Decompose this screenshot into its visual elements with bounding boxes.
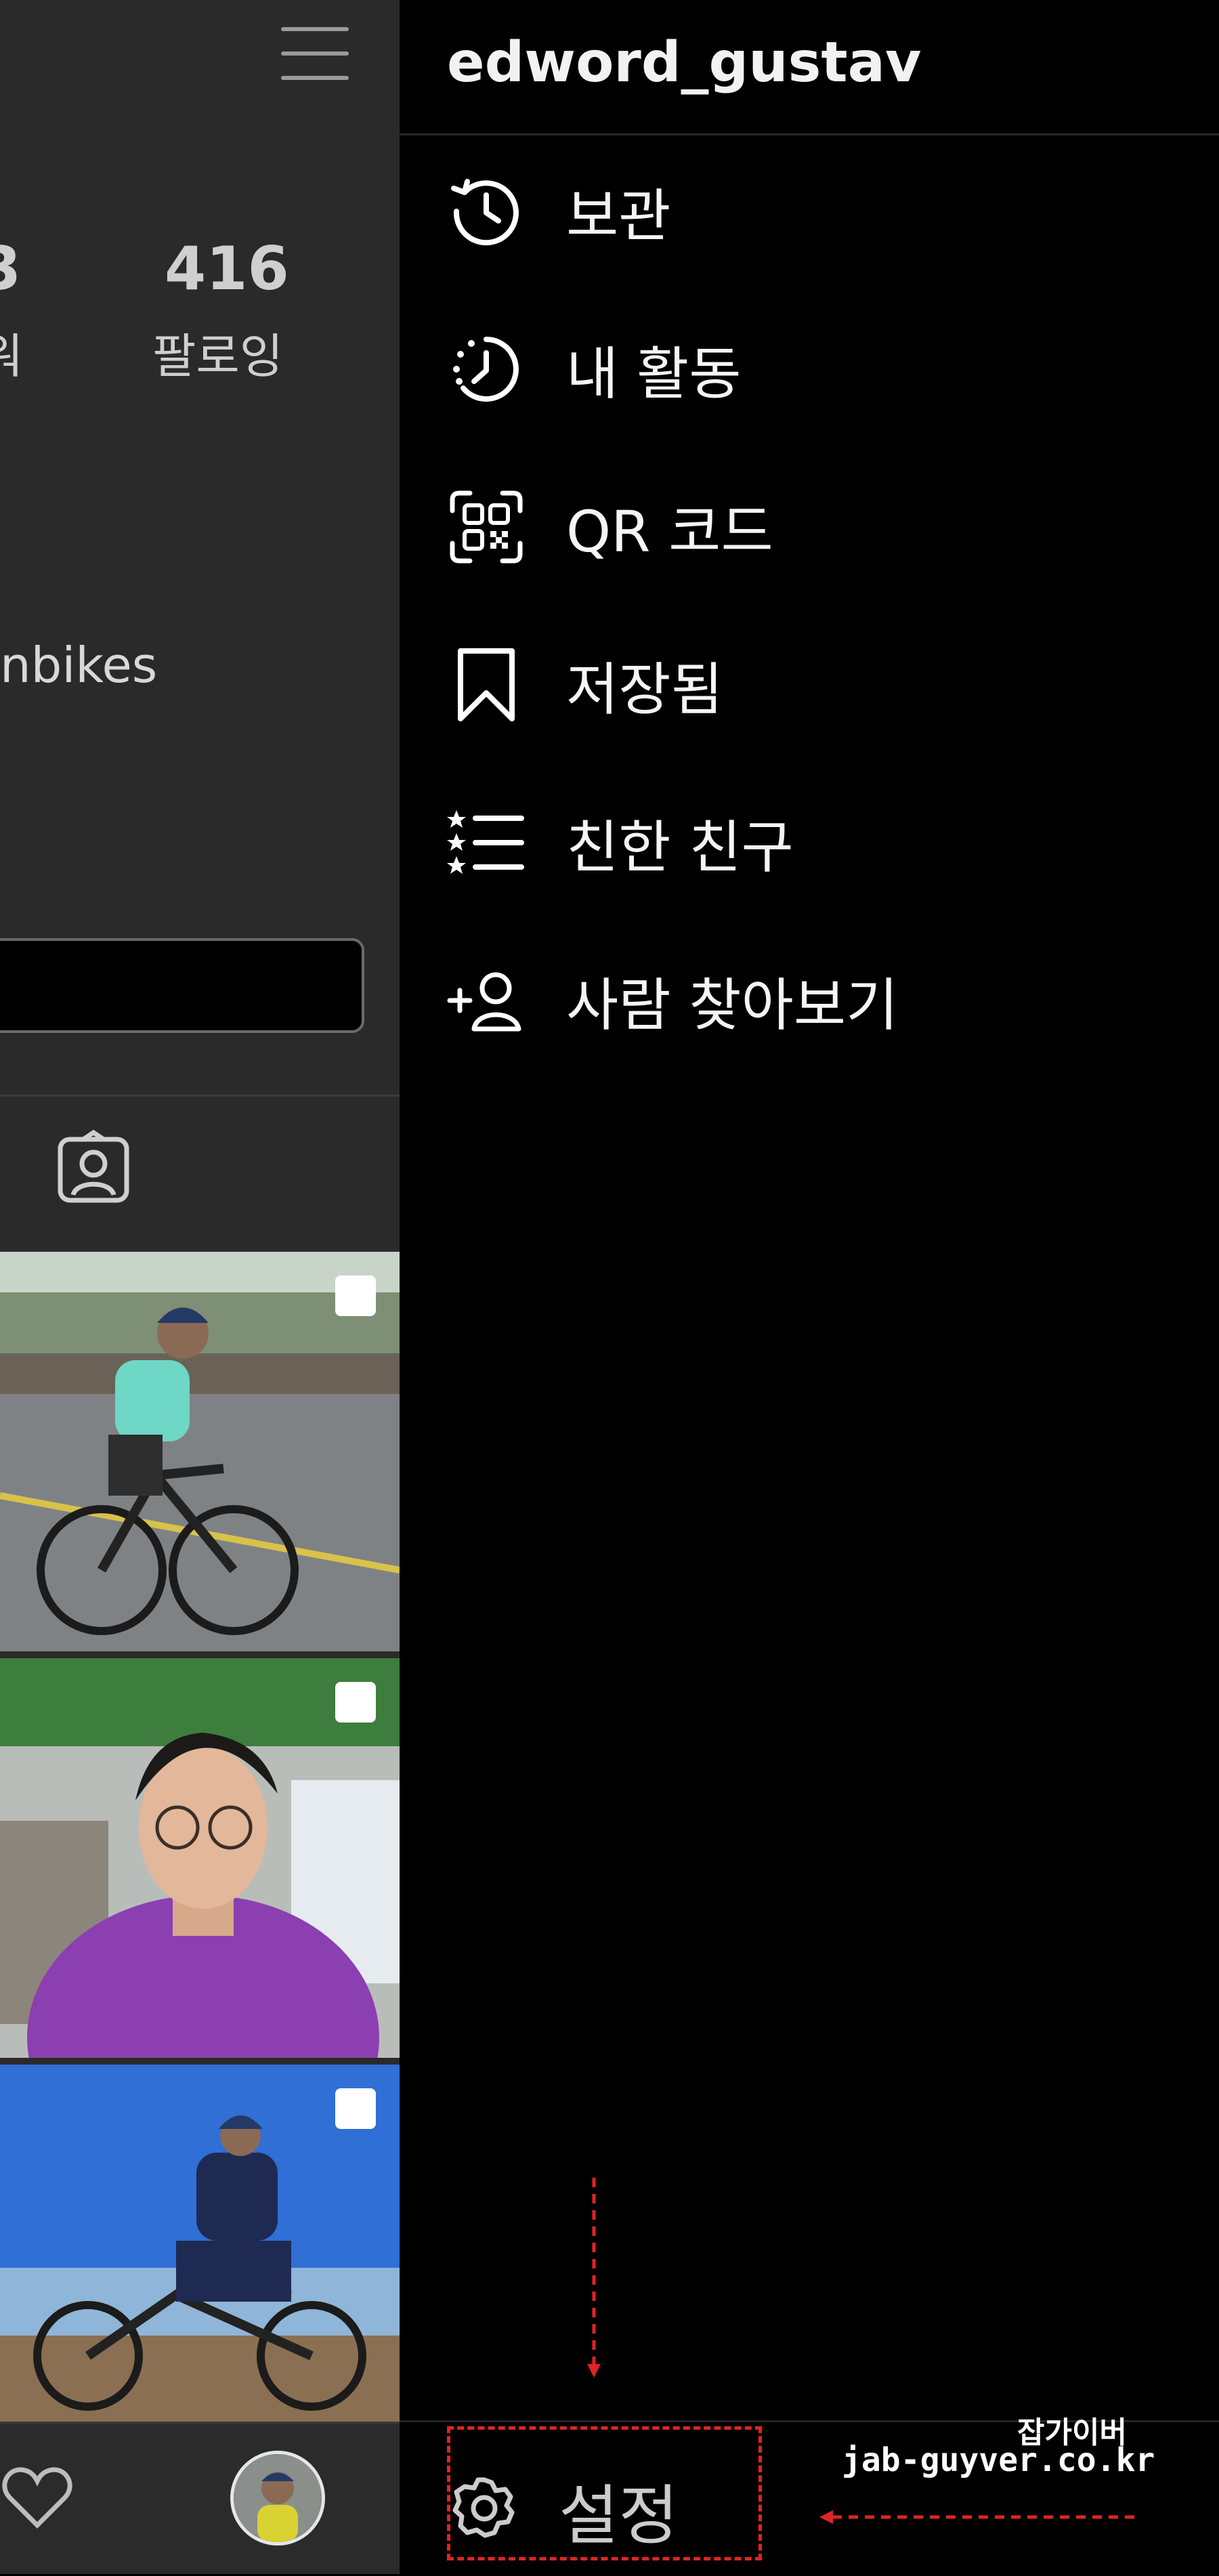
person-tag-icon[interactable] [56,1129,131,1204]
annotation-highlight-box [447,2426,762,2560]
watermark-url: jab-guyver.co.kr [842,2441,1155,2479]
bio-link[interactable]: nbikes [0,637,157,694]
profile-page: 3 워 416 팔로잉 nbikes [0,0,400,2574]
photo-tile[interactable] [0,1658,400,2058]
photo-tile[interactable] [0,2065,400,2422]
following-label[interactable]: 팔로잉 [152,318,283,387]
followers-label[interactable]: 워 [0,318,23,387]
tab-divider [0,1095,400,1097]
profile-avatar-icon[interactable] [230,2451,325,2546]
following-count[interactable]: 416 [165,234,289,303]
heart-icon[interactable] [0,2461,74,2535]
followers-count[interactable]: 3 [0,234,21,303]
side-drawer: edword_gustav 보관 내 활동 QR 코드 저장됨 친한 친구 사람… [400,0,1219,2574]
annotation-arrows [587,2178,1134,2524]
edit-profile-button[interactable] [0,938,364,1033]
photo-tile[interactable] [0,1252,400,1651]
bottom-nav [0,2422,400,2574]
hamburger-icon[interactable] [281,27,349,88]
